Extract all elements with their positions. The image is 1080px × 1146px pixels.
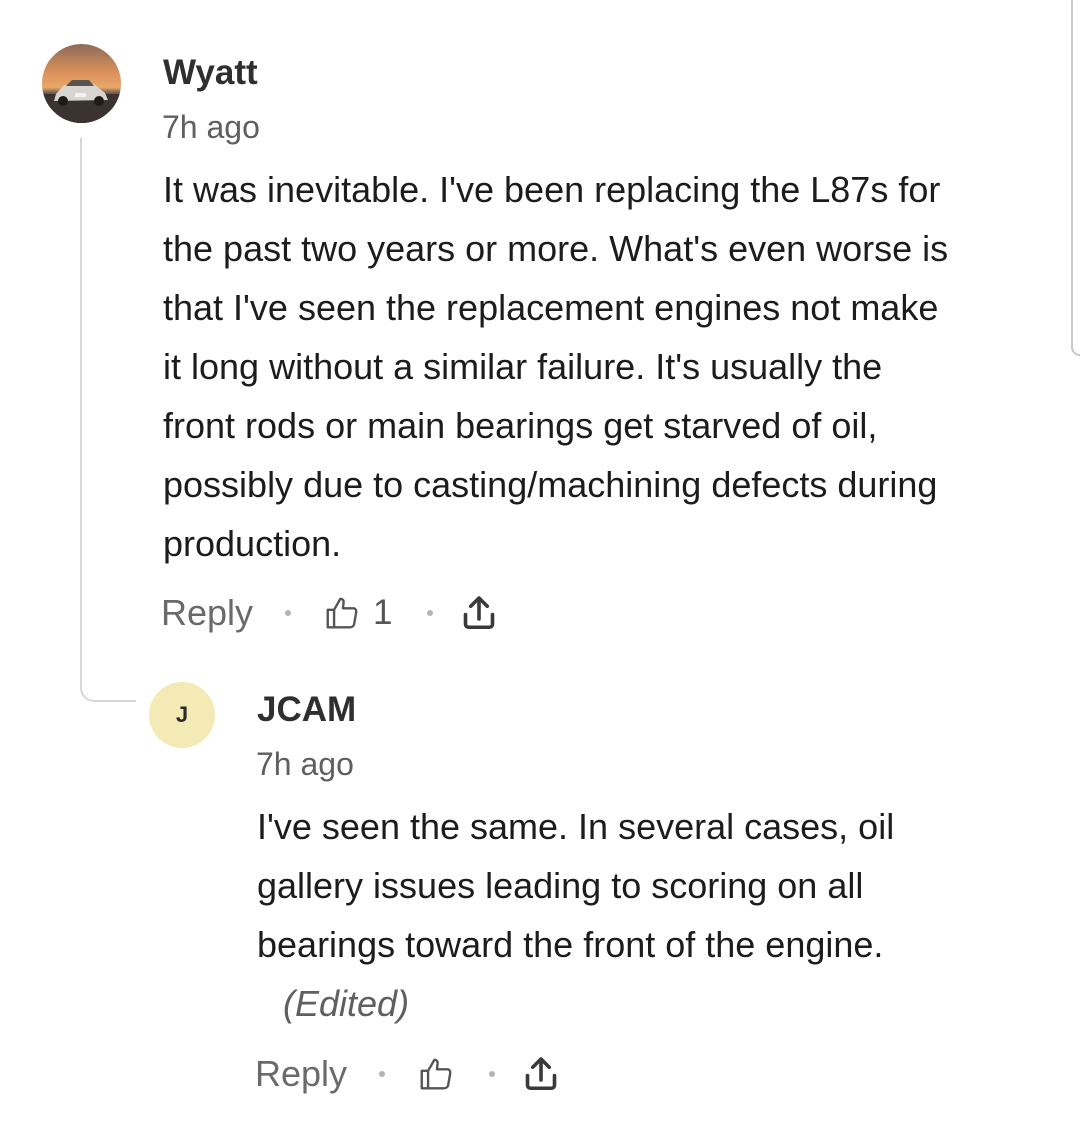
share-button[interactable]: [461, 593, 497, 633]
user-avatar-photo[interactable]: [42, 44, 121, 123]
comment-body-line: the past two years or more. What's even …: [163, 228, 949, 269]
comment-body-line: front rods or main bearings get starved …: [163, 405, 878, 446]
comment-body-line: bearings toward the front of the engine.: [257, 924, 884, 965]
share-button[interactable]: [523, 1054, 559, 1094]
car-sunset-photo-avatar: [42, 44, 121, 123]
comment-author[interactable]: JCAM: [257, 690, 356, 730]
share-icon: [525, 1057, 557, 1091]
reply-thread-line: [80, 138, 136, 702]
comment-body-line: it long without a similar failure. It's …: [163, 346, 883, 387]
share-icon: [463, 596, 494, 630]
comment-body-line: gallery issues leading to scoring on all: [257, 865, 864, 906]
like-button[interactable]: [417, 1055, 455, 1093]
thumbs-up-icon: [420, 1058, 452, 1090]
separator-dot: [379, 1071, 386, 1077]
comment-actions: Reply 1: [161, 588, 497, 638]
like-button[interactable]: 1: [323, 593, 393, 633]
separator-dot: [426, 610, 433, 616]
reply-button[interactable]: Reply: [255, 1053, 347, 1095]
comment-timestamp: 7h ago: [162, 109, 260, 145]
comment-body-line: production.: [163, 523, 342, 564]
comment-actions: Reply: [255, 1049, 559, 1099]
comment-timestamp: 7h ago: [256, 746, 354, 782]
user-avatar-letter[interactable]: J: [149, 682, 215, 748]
comment-body-line: I've seen the same. In several cases, oi…: [257, 806, 895, 847]
like-count: 1: [373, 593, 393, 632]
separator-dot: [285, 610, 292, 616]
scroll-edge: [1071, 0, 1080, 356]
separator-dot: [489, 1071, 496, 1077]
comment-body-line: that I've seen the replacement engines n…: [163, 287, 939, 328]
thumbs-up-icon: [326, 597, 358, 629]
comment-body-line: possibly due to casting/machining defect…: [163, 464, 938, 505]
edited-label: (Edited): [283, 983, 410, 1024]
comment-author[interactable]: Wyatt: [163, 53, 258, 93]
reply-button[interactable]: Reply: [161, 592, 253, 634]
comment-body-line: It was inevitable. I've been replacing t…: [163, 169, 941, 210]
